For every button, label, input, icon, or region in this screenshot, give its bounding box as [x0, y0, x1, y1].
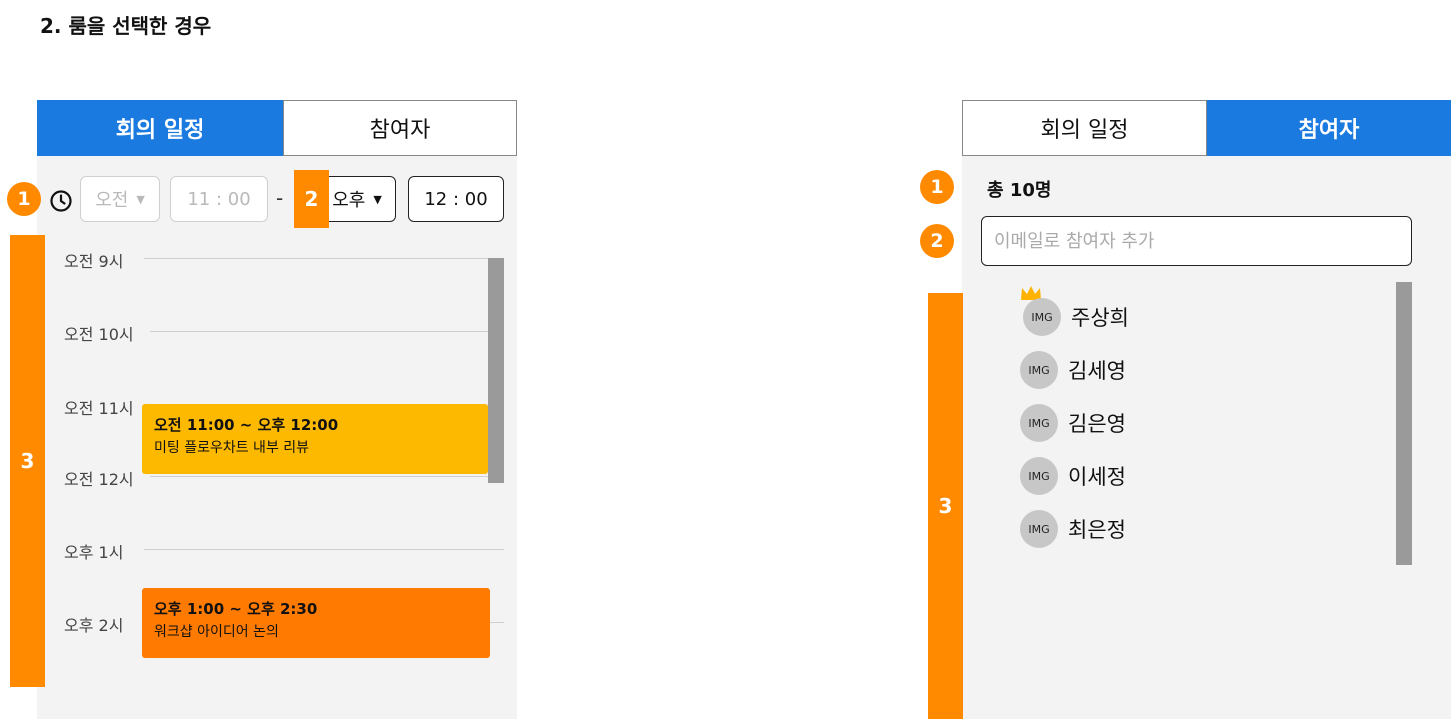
participant-count: 총 10명: [987, 180, 1052, 201]
hour-label: 오후 2시: [64, 616, 124, 635]
scrollbar-thumb[interactable]: [488, 258, 504, 483]
list-item[interactable]: IMG 이세정: [1020, 456, 1380, 496]
event-time: 오후 1:00 ~ 오후 2:30: [154, 600, 318, 618]
marker-3-label: 3: [938, 494, 953, 518]
participants-tabbar: 회의 일정 참여자: [962, 100, 1451, 156]
participant-list: IMG 주상희 IMG 김세영 IMG 김은영 IMG 이세정 IMG 최은정: [1020, 297, 1380, 549]
avatar: IMG: [1023, 298, 1061, 336]
participant-name: 주상희: [1071, 306, 1129, 330]
hour-label: 오전 9시: [64, 252, 124, 271]
chevron-down-icon: ▼: [136, 192, 145, 206]
participant-name: 최은정: [1068, 518, 1126, 542]
tab-meeting-schedule[interactable]: 회의 일정: [962, 100, 1207, 156]
page-title: 2. 룸을 선택한 경우: [40, 14, 212, 38]
participant-name: 이세정: [1068, 465, 1126, 489]
clock-icon: [50, 190, 72, 212]
email-add-input[interactable]: [981, 216, 1412, 266]
marker-3: 3: [928, 293, 963, 719]
scrollbar-thumb[interactable]: [1396, 282, 1412, 565]
list-item[interactable]: IMG 최은정: [1020, 509, 1380, 549]
marker-2-label: 2: [304, 187, 319, 211]
start-ampm-select[interactable]: 오전 ▼: [80, 176, 160, 222]
hour-label: 오전 11시: [64, 399, 134, 418]
avatar: IMG: [1020, 510, 1058, 548]
hour-label: 오전 10시: [64, 325, 134, 344]
participant-name: 김은영: [1068, 412, 1126, 436]
participant-name: 김세영: [1068, 359, 1126, 383]
chevron-down-icon: ▼: [373, 192, 382, 206]
marker-3: 3: [10, 235, 45, 687]
event-card[interactable]: 오후 1:00 ~ 오후 2:30 워크샵 아이디어 논의: [142, 588, 490, 658]
end-time-input[interactable]: 12 : 00: [408, 176, 504, 222]
start-time-input[interactable]: 11 : 00: [170, 176, 268, 222]
avatar: IMG: [1020, 351, 1058, 389]
list-item[interactable]: IMG 김은영: [1020, 403, 1380, 443]
hour-line: [150, 476, 504, 477]
schedule-tabbar: 회의 일정 참여자: [37, 100, 517, 156]
start-ampm-value: 오전: [95, 190, 129, 211]
event-title: 미팅 플로우차트 내부 리뷰: [154, 440, 310, 456]
event-title: 워크샵 아이디어 논의: [154, 624, 279, 640]
hour-label: 오후 1시: [64, 543, 124, 562]
end-ampm-value: 오후: [332, 190, 366, 211]
hour-line: [144, 549, 504, 550]
hour-label: 오전 12시: [64, 470, 134, 489]
marker-1: 1: [920, 170, 954, 204]
marker-2: 2: [294, 170, 329, 228]
tab-participants[interactable]: 참여자: [283, 100, 517, 156]
hour-line: [150, 331, 504, 332]
hour-line: [144, 258, 504, 259]
marker-2: 2: [920, 224, 954, 258]
list-item[interactable]: IMG 주상희: [1023, 297, 1380, 337]
event-card[interactable]: 오전 11:00 ~ 오후 12:00 미팅 플로우차트 내부 리뷰: [142, 404, 488, 474]
tab-participants[interactable]: 참여자: [1207, 100, 1451, 156]
avatar: IMG: [1020, 457, 1058, 495]
tab-meeting-schedule[interactable]: 회의 일정: [37, 100, 283, 156]
event-time: 오전 11:00 ~ 오후 12:00: [154, 416, 339, 434]
avatar: IMG: [1020, 404, 1058, 442]
end-ampm-select[interactable]: 오후 ▼: [318, 176, 396, 222]
marker-1: 1: [7, 182, 41, 216]
time-separator: -: [276, 186, 284, 210]
list-item[interactable]: IMG 김세영: [1020, 350, 1380, 390]
marker-3-label: 3: [20, 449, 35, 473]
